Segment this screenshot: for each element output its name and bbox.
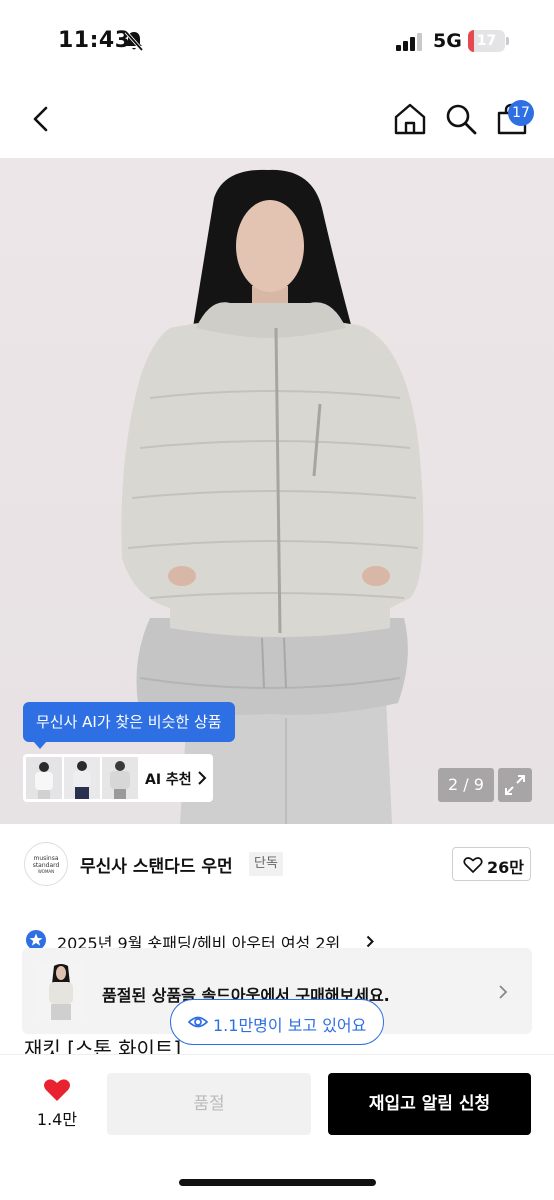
bell-slash-icon xyxy=(124,30,144,52)
chevron-right-icon xyxy=(198,771,207,785)
viewers-count-pill: 1.1만명이 보고 있어요 xyxy=(170,999,384,1045)
ranking-star-icon xyxy=(26,930,46,950)
brand-like-button[interactable]: 26만 xyxy=(452,847,531,881)
ai-tooltip-tail xyxy=(33,741,47,749)
ai-thumbnail-3[interactable] xyxy=(102,757,138,799)
ai-thumbnail-1[interactable] xyxy=(26,757,62,799)
status-bar: 11:43 5G 17 xyxy=(0,0,554,80)
restock-alert-button[interactable]: 재입고 알림 신청 xyxy=(328,1073,531,1135)
ai-recommend-label: AI 추천 xyxy=(145,772,192,788)
cart-count-badge: 17 xyxy=(508,100,534,126)
soldout-thumbnail xyxy=(38,962,84,1020)
brand-logo-line3: WOMAN xyxy=(37,869,55,874)
status-time: 11:43 xyxy=(58,28,131,53)
back-icon[interactable] xyxy=(26,104,54,134)
wishlist-button[interactable]: 1.4만 xyxy=(30,1072,84,1132)
network-label: 5G xyxy=(433,30,462,52)
home-icon[interactable] xyxy=(392,102,428,136)
home-indicator xyxy=(179,1179,376,1186)
brand-name[interactable]: 무신사 스탠다드 우먼 xyxy=(80,852,233,877)
ai-similar-tooltip[interactable]: 무신사 AI가 찾은 비슷한 상품 xyxy=(23,702,235,742)
chevron-right-icon xyxy=(366,935,374,948)
brand-logo-line1: musinsa xyxy=(33,855,59,862)
ai-recommend-strip[interactable]: AI 추천 xyxy=(23,754,213,802)
nav-bar xyxy=(0,80,554,158)
eye-icon xyxy=(188,1016,208,1028)
viewers-count-text: 1.1만명이 보고 있어요 xyxy=(213,1016,367,1035)
chevron-right-icon xyxy=(499,985,508,999)
battery-icon: 17 xyxy=(468,30,510,52)
heart-outline-icon xyxy=(463,857,483,873)
soldout-button: 품절 xyxy=(107,1073,311,1135)
heart-filled-icon xyxy=(44,1079,70,1101)
expand-button[interactable] xyxy=(498,768,532,802)
brand-like-count: 26만 xyxy=(487,858,524,877)
expand-icon xyxy=(505,775,525,795)
brand-logo-line2: standard xyxy=(32,862,60,869)
brand-logo[interactable]: musinsa standard WOMAN xyxy=(24,842,68,886)
image-pager: 2 / 9 xyxy=(438,768,494,802)
search-icon[interactable] xyxy=(444,102,478,136)
wishlist-count: 1.4만 xyxy=(36,1110,78,1129)
exclusive-badge: 단독 xyxy=(249,852,283,876)
ai-thumbnail-2[interactable] xyxy=(64,757,100,799)
battery-percent: 17 xyxy=(476,33,497,49)
signal-icon xyxy=(396,33,422,51)
